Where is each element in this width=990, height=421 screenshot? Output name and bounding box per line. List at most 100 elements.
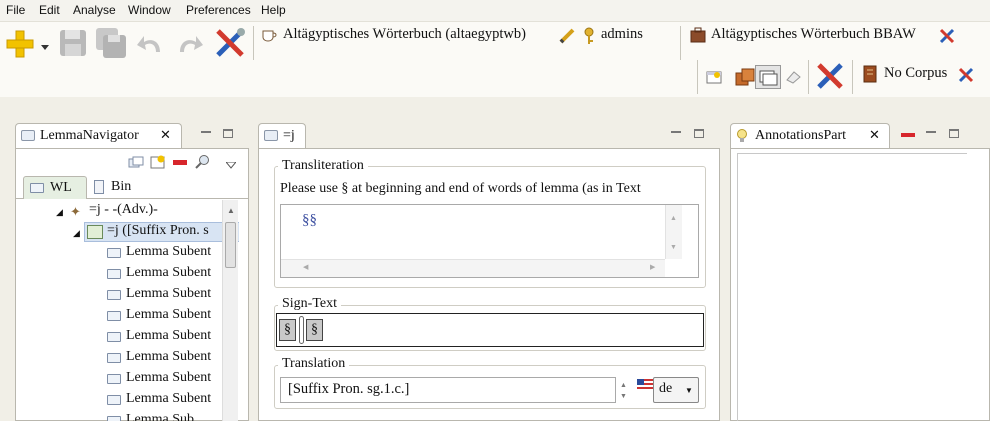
entry-icon [107, 332, 121, 342]
tree-item-suffix: =j ([Suffix Pron. s [107, 223, 209, 238]
dropdown-arrow-icon[interactable] [41, 40, 49, 50]
eraser-icon[interactable] [785, 70, 801, 84]
tab-wl[interactable]: WL [23, 176, 87, 199]
scrollbar-thumb[interactable] [225, 222, 236, 268]
expand-arrow-icon[interactable]: ◢ [56, 207, 63, 218]
tree-item-subentry[interactable]: Lemma Subent [126, 349, 211, 365]
main-toolbar: Altägyptisches Wörterbuch (altaegyptwb) … [0, 22, 990, 97]
scroll-left-icon[interactable]: ◀ [303, 263, 308, 271]
menu-preferences[interactable]: Preferences [186, 3, 251, 17]
tools-icon[interactable] [212, 25, 248, 61]
scroll-right-icon[interactable]: ▶ [650, 263, 655, 271]
tree-item-subentry[interactable]: Lemma Sub [126, 412, 194, 421]
lemma-navigator-view: WL Bin ◢ ✦ =j - -(Adv.)- ◢ =j ([Suffix P… [15, 148, 249, 421]
save-all-icon[interactable] [94, 26, 128, 60]
close-icon[interactable]: ✕ [869, 127, 880, 143]
translation-spinner[interactable]: ▲ ▼ [618, 377, 630, 403]
translation-value: [Suffix Pron. sg.1.c.] [288, 381, 410, 397]
minimize-icon[interactable] [201, 127, 211, 133]
sign-text-label: Sign-Text [278, 296, 342, 312]
delete-annotation-icon[interactable] [901, 133, 915, 137]
tools-small-icon[interactable] [938, 27, 956, 45]
annotation-icon [736, 129, 748, 143]
spinner-down-icon[interactable]: ▼ [620, 392, 627, 400]
language-select[interactable]: de ▼ [653, 377, 699, 403]
menu-edit[interactable]: Edit [39, 3, 60, 17]
scroll-up-icon[interactable]: ▲ [227, 206, 235, 215]
menu-file[interactable]: File [6, 3, 25, 17]
maximize-icon[interactable] [949, 129, 959, 138]
menu-analyse[interactable]: Analyse [73, 3, 116, 17]
coffee-cup-icon [262, 28, 278, 42]
menu-help[interactable]: Help [261, 3, 286, 17]
sign-text-field[interactable]: § § [276, 313, 704, 347]
tab-lemma-navigator[interactable]: LemmaNavigator ✕ [15, 123, 182, 149]
spinner-up-icon[interactable]: ▲ [620, 381, 627, 389]
menu-window[interactable]: Window [128, 3, 171, 17]
editor-icon [264, 130, 278, 141]
tree-item-subentry[interactable]: Lemma Subent [126, 391, 211, 407]
transliteration-input[interactable]: §§ ▲ ▼ ◀ ▶ [280, 204, 699, 278]
text-cursor [299, 316, 304, 344]
corpus-tools-icon[interactable] [957, 66, 975, 84]
horizontal-scrollbar[interactable]: ◀ ▶ [281, 259, 665, 277]
translation-label: Translation [278, 356, 350, 372]
tree-item-subentry[interactable]: Lemma Subent [126, 328, 211, 344]
new-window-icon[interactable] [706, 70, 722, 84]
search-icon[interactable] [194, 154, 210, 170]
editor-tab-label: =j [283, 128, 295, 143]
tree-item-subentry[interactable]: Lemma Subent [126, 265, 211, 281]
translation-input[interactable]: [Suffix Pron. sg.1.c.] [280, 377, 616, 403]
tab-editor[interactable]: =j [258, 123, 306, 149]
entry-icon [107, 395, 121, 405]
tree-item-selected[interactable]: =j ([Suffix Pron. s [84, 222, 239, 242]
tree-item-subentry[interactable]: Lemma Subent [126, 307, 211, 323]
tree-item-subentry[interactable]: Lemma Subent [126, 286, 211, 302]
minimize-icon[interactable] [926, 127, 936, 133]
tree-item-subentry[interactable]: Lemma Subent [126, 370, 211, 386]
transliteration-hint: Please use § at beginning and end of wor… [280, 181, 641, 196]
tree-scrollbar[interactable]: ▲ [222, 200, 238, 421]
entry-icon [107, 311, 121, 321]
corpus-name: No Corpus [884, 65, 948, 81]
entry-icon [107, 374, 121, 384]
undo-icon[interactable] [136, 30, 166, 58]
chevron-down-icon[interactable]: ▼ [685, 386, 693, 395]
tab-annotations[interactable]: AnnotationsPart ✕ [730, 123, 890, 149]
scroll-up-icon[interactable]: ▲ [670, 214, 677, 222]
tree-item-lemma[interactable]: =j - -(Adv.)- [89, 202, 158, 218]
key-icon [582, 27, 596, 45]
pencil-icon[interactable] [558, 27, 576, 45]
delete-icon[interactable] [173, 160, 187, 165]
tree-item-subentry[interactable]: Lemma Subent [126, 244, 211, 260]
corpus-icon[interactable] [735, 68, 755, 86]
sign-glyph[interactable]: § [306, 319, 323, 341]
redo-icon[interactable] [174, 30, 204, 58]
maximize-icon[interactable] [223, 129, 233, 138]
minimize-icon[interactable] [671, 127, 681, 133]
new-plus-icon[interactable] [4, 28, 36, 60]
lemma-node-icon: ✦ [70, 204, 81, 219]
close-icon[interactable]: ✕ [160, 127, 171, 143]
transliteration-value: §§ [302, 212, 317, 228]
annotations-view [730, 148, 990, 421]
link-icon[interactable] [128, 156, 144, 170]
perspective-icon[interactable] [755, 65, 781, 89]
expand-arrow-icon[interactable]: ◢ [73, 228, 80, 239]
scroll-down-icon[interactable]: ▼ [670, 243, 677, 251]
new-lemma-icon[interactable] [150, 155, 166, 169]
vertical-scrollbar[interactable]: ▲ ▼ [665, 205, 682, 259]
sign-glyph[interactable]: § [279, 319, 296, 341]
tools-large-icon[interactable] [814, 60, 846, 92]
tab-wl-label: WL [50, 180, 72, 195]
project-name: Altägyptisches Wörterbuch BBAW [711, 26, 916, 42]
annotations-content [737, 153, 967, 421]
tab-bin-label: Bin [111, 179, 132, 194]
dictionary-name: Altägyptisches Wörterbuch (altaegyptwb) [283, 26, 526, 42]
save-icon[interactable] [57, 27, 89, 59]
tab-bin[interactable]: Bin [89, 176, 141, 198]
maximize-icon[interactable] [694, 129, 704, 138]
corpus-book-icon [862, 65, 878, 83]
entry-icon [107, 290, 121, 300]
view-menu-icon[interactable] [224, 158, 238, 169]
